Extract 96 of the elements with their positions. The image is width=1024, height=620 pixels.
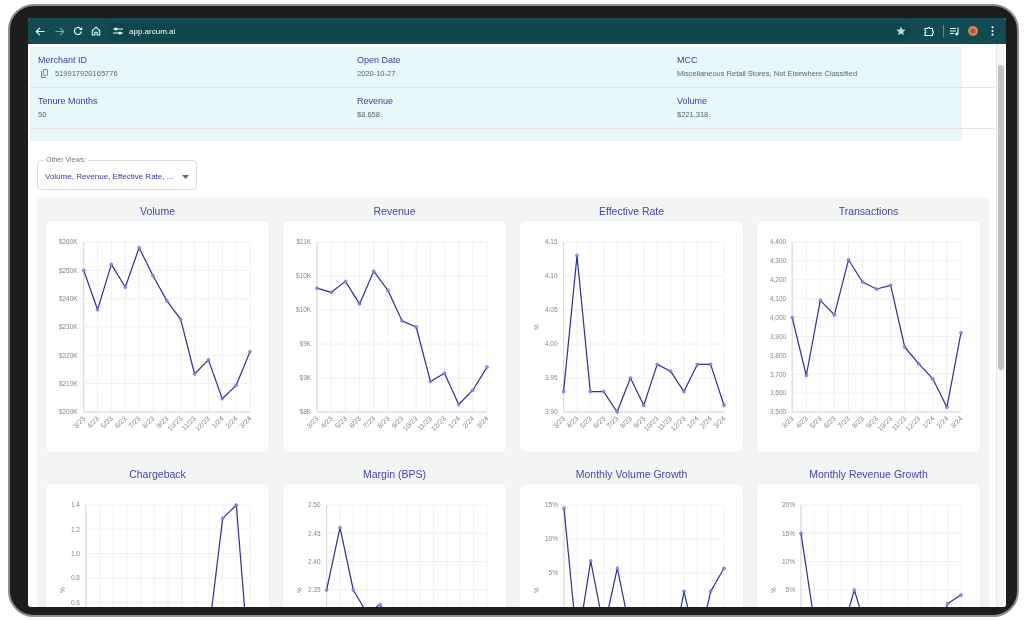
- chart-point: [562, 506, 566, 511]
- data-point: [442, 371, 447, 375]
- data-point: [860, 280, 865, 284]
- data-point: [615, 410, 619, 414]
- back-arrow-icon[interactable]: [35, 26, 45, 36]
- chart-point: [220, 516, 225, 521]
- data-point: [945, 405, 949, 410]
- reload-icon[interactable]: [73, 26, 83, 36]
- data-point: [428, 379, 433, 384]
- data-point: [357, 302, 362, 306]
- data-point: [959, 330, 963, 335]
- data-point: [343, 279, 348, 284]
- field-label: Revenue: [357, 96, 394, 107]
- chart-point: [722, 566, 726, 570]
- data-point: [695, 362, 699, 367]
- field-label: Merchant ID: [38, 55, 88, 66]
- data-point: [81, 268, 86, 273]
- chart-point: [682, 589, 686, 594]
- data-point: [575, 253, 579, 258]
- copy-icon[interactable]: [41, 69, 48, 78]
- data-point: [708, 362, 713, 367]
- data-point: [315, 286, 319, 290]
- chart-title: Monthly Revenue Growth: [809, 467, 928, 482]
- chart-point: [945, 601, 950, 606]
- data-point: [372, 269, 376, 273]
- caret-icon: [182, 174, 190, 179]
- chart-title: Transactions: [838, 204, 899, 219]
- data-point: [400, 319, 404, 323]
- data-point: [804, 373, 808, 378]
- data-point: [874, 287, 879, 291]
- data-point: [137, 245, 141, 250]
- data-point: [818, 298, 823, 303]
- data-point: [248, 349, 252, 354]
- data-point: [628, 376, 633, 380]
- chart-title: Chargeback: [129, 467, 186, 482]
- data-point: [414, 325, 418, 329]
- data-point: [329, 290, 333, 295]
- chart-point: [588, 559, 593, 563]
- data-point: [151, 273, 155, 278]
- data-point: [206, 358, 211, 362]
- data-point: [95, 307, 100, 312]
- data-point: [165, 299, 169, 303]
- puzzle-icon[interactable]: [924, 26, 934, 36]
- data-point: [668, 369, 673, 373]
- data-point: [561, 389, 566, 394]
- field-label: Tenure Months: [38, 96, 98, 107]
- chart-point: [338, 525, 342, 530]
- chart-point: [959, 593, 963, 597]
- field-label: Volume: [677, 96, 708, 107]
- chart-point: [324, 588, 329, 592]
- chart-point: [708, 589, 713, 594]
- star-icon[interactable]: [896, 26, 906, 36]
- data-point: [178, 317, 183, 322]
- data-point: [903, 345, 907, 349]
- data-point: [109, 262, 114, 267]
- chart-title: Effective Rate: [598, 204, 665, 219]
- chart-point: [615, 566, 620, 570]
- playlist-icon[interactable]: [950, 26, 960, 36]
- chart-title: Revenue: [373, 204, 416, 219]
- chart-point: [234, 503, 239, 507]
- sliders-icon[interactable]: [113, 27, 123, 35]
- data-point: [386, 288, 390, 293]
- data-point: [456, 402, 461, 407]
- data-point: [192, 372, 197, 376]
- address-field[interactable]: app.arcum.ai: [108, 21, 912, 41]
- chart-point: [852, 588, 857, 592]
- forward-arrow-icon[interactable]: [55, 26, 65, 36]
- chart-point: [351, 588, 356, 592]
- data-point: [917, 362, 921, 366]
- data-point: [655, 362, 659, 367]
- home-icon[interactable]: [91, 26, 101, 36]
- more-menu-icon[interactable]: [991, 26, 994, 36]
- field-label: Open Date: [357, 55, 401, 66]
- chart-title: Monthly Volume Growth: [575, 467, 688, 482]
- data-point: [832, 313, 837, 317]
- data-point: [220, 396, 225, 401]
- chart-point: [799, 531, 803, 536]
- data-point: [234, 383, 238, 388]
- data-point: [790, 315, 794, 320]
- data-point: [601, 389, 606, 394]
- data-point: [588, 389, 593, 394]
- chart-point: [378, 603, 382, 607]
- chart-title: Margin (BPS): [363, 467, 426, 482]
- data-point: [642, 403, 646, 407]
- data-point: [123, 285, 128, 290]
- data-point: [471, 388, 475, 392]
- scrollbar-thumb[interactable]: [998, 65, 1004, 370]
- data-point: [722, 403, 726, 407]
- data-point: [682, 389, 686, 394]
- data-point: [485, 365, 489, 369]
- data-point: [846, 258, 851, 262]
- data-point: [888, 283, 893, 287]
- field-label: MCC: [677, 55, 698, 66]
- chart-title: Volume: [140, 204, 175, 219]
- avatar-icon[interactable]: [968, 26, 978, 36]
- data-point: [931, 377, 935, 381]
